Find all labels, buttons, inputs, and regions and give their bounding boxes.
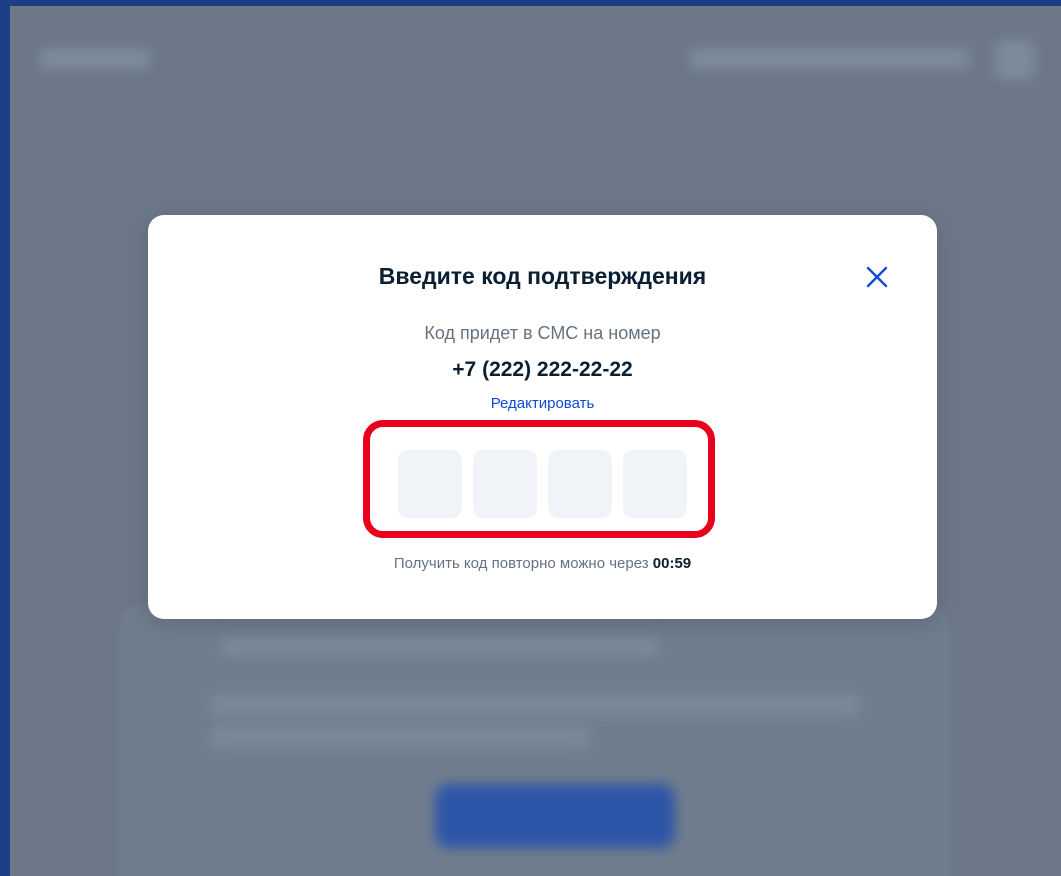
close-button[interactable]	[861, 261, 893, 293]
background-menu-icon	[995, 40, 1035, 80]
background-button	[435, 784, 675, 848]
code-digit-3[interactable]	[548, 450, 612, 518]
confirmation-code-modal: Введите код подтверждения Код придет в С…	[148, 215, 937, 619]
code-digit-1[interactable]	[398, 450, 462, 518]
background-text-line	[220, 636, 660, 656]
screenshot-frame: Введите код подтверждения Код придет в С…	[0, 0, 1061, 876]
resend-code-text: Получить код повторно можно через 00:59	[148, 555, 937, 572]
background-text-line	[210, 726, 590, 748]
modal-title: Введите код подтверждения	[378, 263, 707, 289]
background-text-line	[210, 694, 860, 716]
code-digit-2[interactable]	[473, 450, 537, 518]
phone-number: +7 (222) 222-22-22	[452, 358, 633, 381]
resend-label: Получить код повторно можно через	[393, 555, 649, 572]
code-digit-4[interactable]	[623, 450, 687, 518]
background-logo	[40, 48, 150, 70]
edit-phone-link[interactable]: Редактировать	[148, 395, 937, 412]
resend-timer: 00:59	[652, 555, 692, 572]
sms-hint-text: Код придет в СМС на номер	[424, 323, 661, 343]
close-icon	[866, 266, 888, 288]
background-header-link	[690, 48, 970, 70]
code-input-group	[398, 450, 688, 518]
